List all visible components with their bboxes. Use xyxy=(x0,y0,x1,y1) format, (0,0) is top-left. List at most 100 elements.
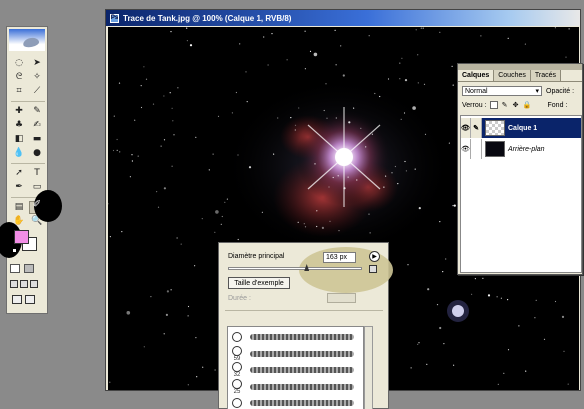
lasso-icon[interactable]: ᘓ xyxy=(11,71,27,84)
brush-preset-row[interactable] xyxy=(230,395,363,409)
star xyxy=(261,211,263,213)
diameter-slider[interactable] xyxy=(228,264,362,271)
brush-tip-icon xyxy=(232,362,242,372)
tab-couches[interactable]: Couches xyxy=(494,70,531,81)
move-icon[interactable]: ➤ xyxy=(29,57,45,70)
star xyxy=(387,78,390,80)
photoshop-logo[interactable] xyxy=(9,29,45,51)
jump-to-imageready-button[interactable] xyxy=(12,295,22,304)
brush-preset-row[interactable]: 25 xyxy=(230,378,363,395)
fill-label: Fond : xyxy=(547,101,568,109)
star xyxy=(443,343,445,345)
star xyxy=(180,243,182,245)
brush-tip-icon xyxy=(232,332,242,342)
star xyxy=(353,107,355,109)
sample-size-button[interactable]: Taille d'exemple xyxy=(228,277,290,289)
star xyxy=(134,119,136,121)
blend-mode-select[interactable]: Normal ▾ xyxy=(462,86,542,96)
lock-transparency-checkbox[interactable] xyxy=(489,101,498,109)
gradient-icon[interactable]: ▬ xyxy=(29,133,45,146)
jump-icon[interactable] xyxy=(25,295,35,304)
brush-preset-list[interactable]: 59 32 25 xyxy=(227,326,364,409)
brush-options-icon[interactable] xyxy=(369,265,377,273)
brush-picker-panel: Diamètre principal 163 px ▶ Taille d'exe… xyxy=(218,242,393,409)
screen-mode-menu-button[interactable] xyxy=(20,280,28,288)
star xyxy=(239,43,241,45)
healing-brush-icon[interactable]: ✚ xyxy=(11,105,27,118)
star xyxy=(237,238,239,241)
brush-preset-row[interactable]: 59 xyxy=(230,345,363,362)
star xyxy=(399,62,401,64)
lock-position-icon[interactable]: ✥ xyxy=(512,101,520,109)
star xyxy=(140,85,142,87)
star xyxy=(173,134,175,136)
star xyxy=(422,27,424,29)
brush-tip-icon xyxy=(232,378,242,389)
star xyxy=(417,343,419,345)
marquee-icon[interactable]: ◌ xyxy=(11,57,27,70)
history-brush-icon[interactable]: ✍ xyxy=(29,119,45,132)
magic-wand-icon[interactable]: ✧ xyxy=(29,71,45,84)
star xyxy=(163,139,166,141)
type-icon[interactable]: T xyxy=(29,167,45,180)
layer-row-arriere-plan[interactable]: 👁 Arrière-plan xyxy=(461,139,581,159)
layers-palette: Calques Couches Tracés Normal ▾ Opacité … xyxy=(457,63,583,275)
star xyxy=(196,376,198,378)
star xyxy=(172,120,174,122)
brush-link-icon[interactable]: ✎ xyxy=(471,118,482,138)
layer-row-calque-1[interactable]: 👁 ✎ Calque 1 xyxy=(461,118,581,138)
brush-icon[interactable]: ✎ xyxy=(29,105,45,118)
dodge-icon[interactable]: ● xyxy=(29,147,45,160)
slice-icon[interactable]: ⟋ xyxy=(29,85,45,98)
brush-preset-row[interactable]: 32 xyxy=(230,362,363,378)
screen-mode-full-button[interactable] xyxy=(30,280,38,288)
star xyxy=(109,236,111,238)
star xyxy=(568,28,570,30)
diameter-input[interactable]: 163 px xyxy=(323,252,356,263)
star xyxy=(267,64,269,66)
standard-mode-button[interactable] xyxy=(10,264,20,273)
brush-link-icon[interactable] xyxy=(471,139,482,159)
lock-all-icon[interactable]: 🔒 xyxy=(523,101,532,109)
duration-label: Durée : xyxy=(228,295,251,302)
star xyxy=(150,296,152,298)
star xyxy=(348,121,351,124)
clone-stamp-icon[interactable]: ♣ xyxy=(11,119,27,132)
pen-icon[interactable]: ✒ xyxy=(11,181,27,194)
brush-list-scrollbar[interactable] xyxy=(364,326,373,409)
star xyxy=(220,223,222,225)
eraser-icon[interactable]: ◧ xyxy=(11,133,27,146)
star xyxy=(400,118,402,120)
star xyxy=(121,231,123,233)
brush-stroke-preview xyxy=(250,383,354,390)
tab-traces[interactable]: Tracés xyxy=(530,70,562,81)
path-selection-icon[interactable]: ➚ xyxy=(11,167,27,180)
lock-pixels-icon[interactable]: ✎ xyxy=(501,101,509,109)
foreground-color-swatch[interactable] xyxy=(14,230,29,244)
brush-preset-row[interactable] xyxy=(230,329,363,345)
blur-icon[interactable]: 💧 xyxy=(11,147,27,160)
star xyxy=(140,106,143,109)
layers-tab-strip: Calques Couches Tracés xyxy=(458,70,582,82)
notes-icon[interactable]: ▤ xyxy=(11,201,27,214)
brush-stroke-preview xyxy=(250,334,354,340)
eye-icon[interactable]: 👁 xyxy=(461,118,471,138)
star xyxy=(567,383,569,385)
document-title-bar[interactable]: Ps Trace de Tank.jpg @ 100% (Calque 1, R… xyxy=(106,10,580,26)
star xyxy=(439,326,442,330)
tab-calques[interactable]: Calques xyxy=(458,70,495,81)
quick-mask-button[interactable] xyxy=(24,264,34,273)
star xyxy=(474,278,476,280)
star xyxy=(404,79,408,82)
star xyxy=(347,176,349,178)
eye-icon[interactable]: 👁 xyxy=(461,139,471,159)
star xyxy=(383,186,385,188)
star xyxy=(108,203,109,205)
brush-menu-arrow-icon[interactable]: ▶ xyxy=(369,251,380,262)
screen-mode-standard-button[interactable] xyxy=(10,280,18,288)
default-colors-icon[interactable] xyxy=(12,248,17,253)
crop-icon[interactable]: ⌗ xyxy=(11,85,27,98)
brush-size-label: 25 xyxy=(233,388,241,395)
star xyxy=(129,176,131,178)
star xyxy=(277,117,279,119)
